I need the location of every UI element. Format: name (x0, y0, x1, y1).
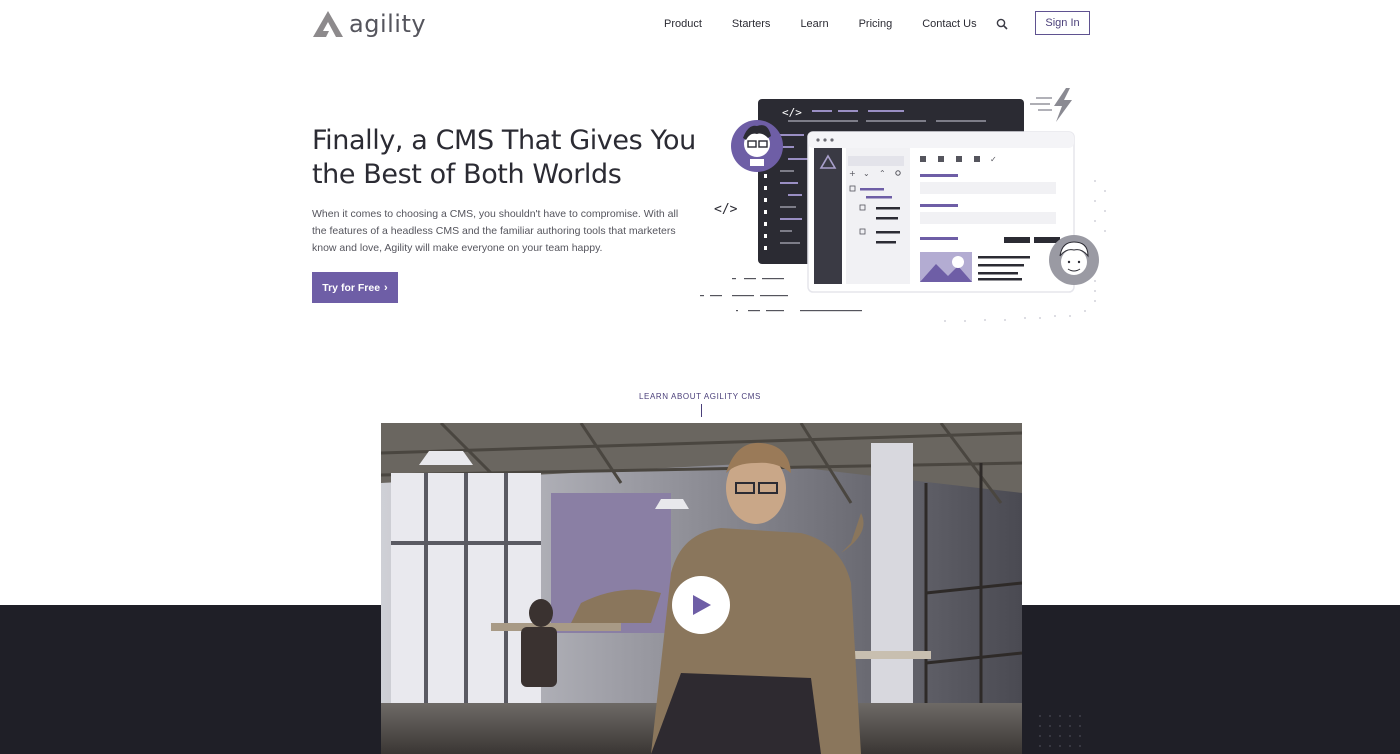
play-icon (693, 595, 711, 615)
chevron-right-icon: › (384, 281, 388, 294)
nav-item-product[interactable]: Product (664, 18, 702, 30)
logo-wordmark: agility (349, 10, 427, 38)
nav-item-pricing[interactable]: Pricing (859, 18, 893, 30)
hero-description: When it comes to choosing a CMS, you sho… (312, 208, 679, 254)
lightning-icon (1054, 88, 1072, 122)
video-section-label: LEARN ABOUT AGILITY CMS (639, 392, 761, 401)
code-window-tag: </> (782, 106, 802, 119)
play-button[interactable] (672, 576, 730, 634)
video-player[interactable] (381, 423, 1022, 754)
nav-item-contact-us[interactable]: Contact Us (922, 18, 976, 30)
decorative-dot-grid (1039, 715, 1081, 747)
hero-title: Finally, a CMS That Gives You the Best o… (312, 125, 696, 190)
svg-text:⌃: ⌃ (879, 169, 886, 178)
nav-item-learn[interactable]: Learn (800, 18, 828, 30)
svg-text:⌄: ⌄ (863, 169, 870, 178)
nav-item-starters[interactable]: Starters (732, 18, 771, 30)
sign-in-button[interactable]: Sign In (1035, 11, 1090, 35)
svg-text:+: + (849, 169, 856, 178)
developer-avatar-icon (731, 120, 783, 172)
main-nav: Product Starters Learn Pricing Contact U… (664, 16, 977, 32)
agility-logo[interactable]: agility (312, 9, 426, 39)
try-for-free-button[interactable]: Try for Free › (312, 272, 398, 303)
svg-text:✓: ✓ (990, 155, 997, 164)
marketer-avatar-icon (1049, 235, 1099, 285)
code-icon: </> (714, 202, 738, 217)
video-label-divider (701, 404, 702, 417)
try-for-free-label: Try for Free (322, 281, 381, 294)
agility-logo-icon (313, 11, 343, 37)
hero-illustration: </> + ⌄ ⌃ ✓ </> (700, 88, 1106, 322)
site-header: agility Product Starters Learn Pricing C… (0, 0, 1400, 48)
search-icon[interactable] (996, 18, 1008, 30)
